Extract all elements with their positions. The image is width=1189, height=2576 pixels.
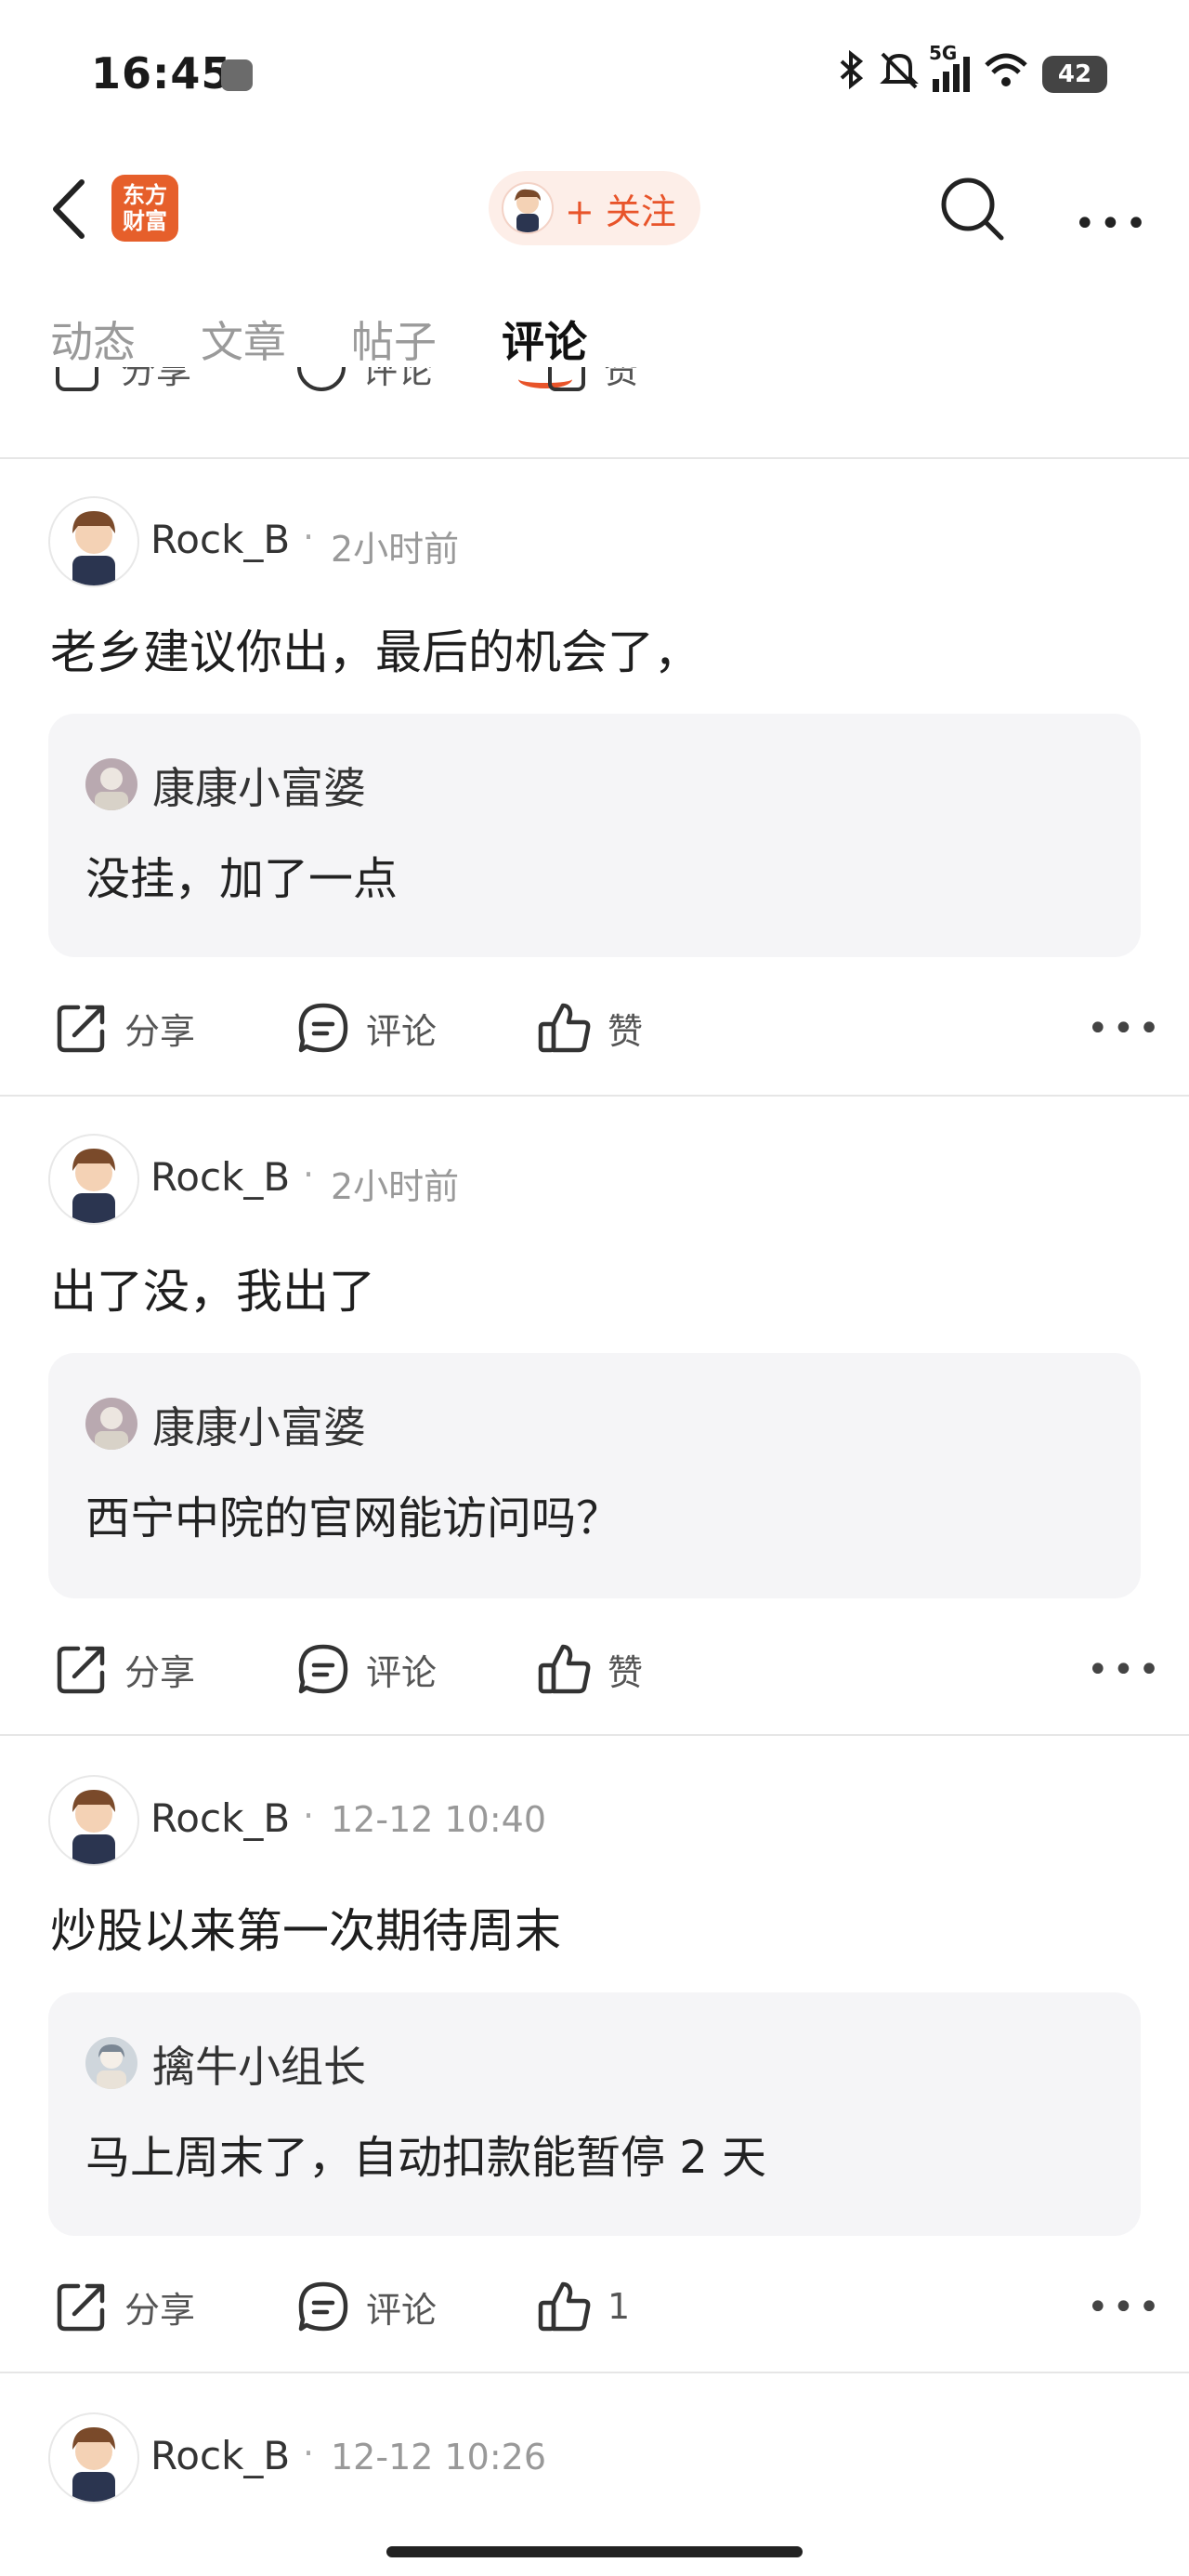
comment-bubble-icon: [298, 1644, 348, 1694]
divider: [0, 1734, 1189, 1736]
quote-avatar: [85, 1398, 137, 1450]
quote-text: 没挂，加了一点: [85, 853, 399, 905]
quote-username[interactable]: 康康小富婆: [152, 1394, 366, 1455]
quote-avatar: [85, 758, 137, 810]
comment-text[interactable]: 出了没，我出了: [50, 1255, 375, 1321]
user-avatar[interactable]: [48, 2412, 139, 2504]
share-icon: [57, 2283, 105, 2332]
comment-text[interactable]: 炒股以来第一次期待周末: [50, 1894, 561, 1961]
more-menu-icon[interactable]: •••: [1074, 203, 1151, 245]
quote-username[interactable]: 康康小富婆: [152, 755, 366, 816]
search-button[interactable]: [936, 173, 1007, 243]
quote-username[interactable]: 擒牛小组长: [152, 2033, 366, 2095]
comment-text[interactable]: 老乡建议你出，最后的机会了，: [50, 615, 700, 682]
comment-button[interactable]: 评论: [295, 1000, 437, 1056]
comment-username[interactable]: Rock_B: [150, 1154, 290, 1200]
comment-time: 2小时前: [331, 529, 460, 570]
comment-username[interactable]: Rock_B: [150, 2433, 290, 2478]
quote-text: 西宁中院的官网能访问吗？: [85, 1492, 621, 1544]
more-options-icon[interactable]: •••: [1087, 1649, 1164, 1691]
app-logo[interactable]: 东方 财富: [111, 175, 178, 242]
like-count: 1: [608, 2286, 631, 2327]
more-options-icon[interactable]: •••: [1087, 1007, 1164, 1050]
share-icon: [57, 1646, 105, 1694]
bluetooth-icon: [838, 49, 866, 98]
quoted-post[interactable]: 康康小富婆 没挂，加了一点: [48, 714, 1141, 957]
comment-time: 2小时前: [331, 1166, 460, 1207]
share-button[interactable]: 分享: [54, 1000, 195, 1056]
thumbs-up-icon: [538, 1644, 591, 1694]
home-indicator[interactable]: [386, 2546, 803, 2557]
cellular-icon: 5G: [929, 42, 970, 92]
like-button[interactable]: 赞: [537, 1641, 643, 1697]
quote-avatar: [85, 2037, 137, 2089]
quoted-post[interactable]: 康康小富婆 西宁中院的官网能访问吗？: [48, 1353, 1141, 1598]
tab-posts[interactable]: 帖子: [351, 309, 437, 370]
chevron-left-icon: [53, 179, 85, 239]
profile-avatar: [502, 182, 554, 234]
share-button[interactable]: 分享: [54, 2279, 195, 2334]
divider: [0, 2372, 1189, 2373]
quote-text: 马上周末了，自动扣款能暂停 2 天: [85, 2132, 767, 2184]
comment-username[interactable]: Rock_B: [150, 517, 290, 562]
tab-dynamics[interactable]: 动态: [50, 309, 136, 370]
comment-username[interactable]: Rock_B: [150, 1795, 290, 1841]
user-avatar[interactable]: [48, 1775, 139, 1866]
battery-icon: 42: [1042, 55, 1107, 93]
follow-button[interactable]: + 关注: [489, 171, 700, 245]
divider: [0, 457, 1189, 459]
user-avatar[interactable]: [48, 1134, 139, 1225]
wifi-icon: [983, 50, 1029, 98]
tab-comments[interactable]: 评论: [502, 309, 587, 370]
status-icons: 5G 42: [838, 42, 1107, 98]
comment-time: 12-12 10:40: [331, 1799, 547, 1840]
partial-action-bar: 分享 评论 赞: [0, 367, 1189, 418]
tab-articles[interactable]: 文章: [201, 309, 286, 370]
quoted-post[interactable]: 擒牛小组长 马上周末了，自动扣款能暂停 2 天: [48, 1992, 1141, 2236]
comment-button[interactable]: 评论: [295, 1641, 437, 1697]
comment-button[interactable]: 评论: [295, 2279, 437, 2334]
share-button[interactable]: 分享: [54, 1641, 195, 1697]
search-icon: [941, 177, 1004, 241]
like-button[interactable]: 1: [537, 2279, 630, 2334]
comment-bubble-icon: [298, 2281, 348, 2332]
thumbs-up-icon: [538, 2281, 591, 2332]
mute-bell-icon: [879, 50, 920, 98]
status-time: 16:45: [91, 48, 232, 99]
comment-time: 12-12 10:26: [331, 2437, 547, 2477]
back-button[interactable]: [46, 177, 93, 242]
more-options-icon[interactable]: •••: [1087, 2286, 1164, 2329]
thumbs-up-icon: [538, 1003, 591, 1053]
comment-bubble-icon: [298, 1003, 348, 1053]
like-button[interactable]: 赞: [537, 1000, 643, 1056]
app-notification-icon: [221, 59, 253, 91]
user-avatar[interactable]: [48, 496, 139, 587]
share-icon: [57, 1005, 105, 1053]
divider: [0, 1095, 1189, 1097]
